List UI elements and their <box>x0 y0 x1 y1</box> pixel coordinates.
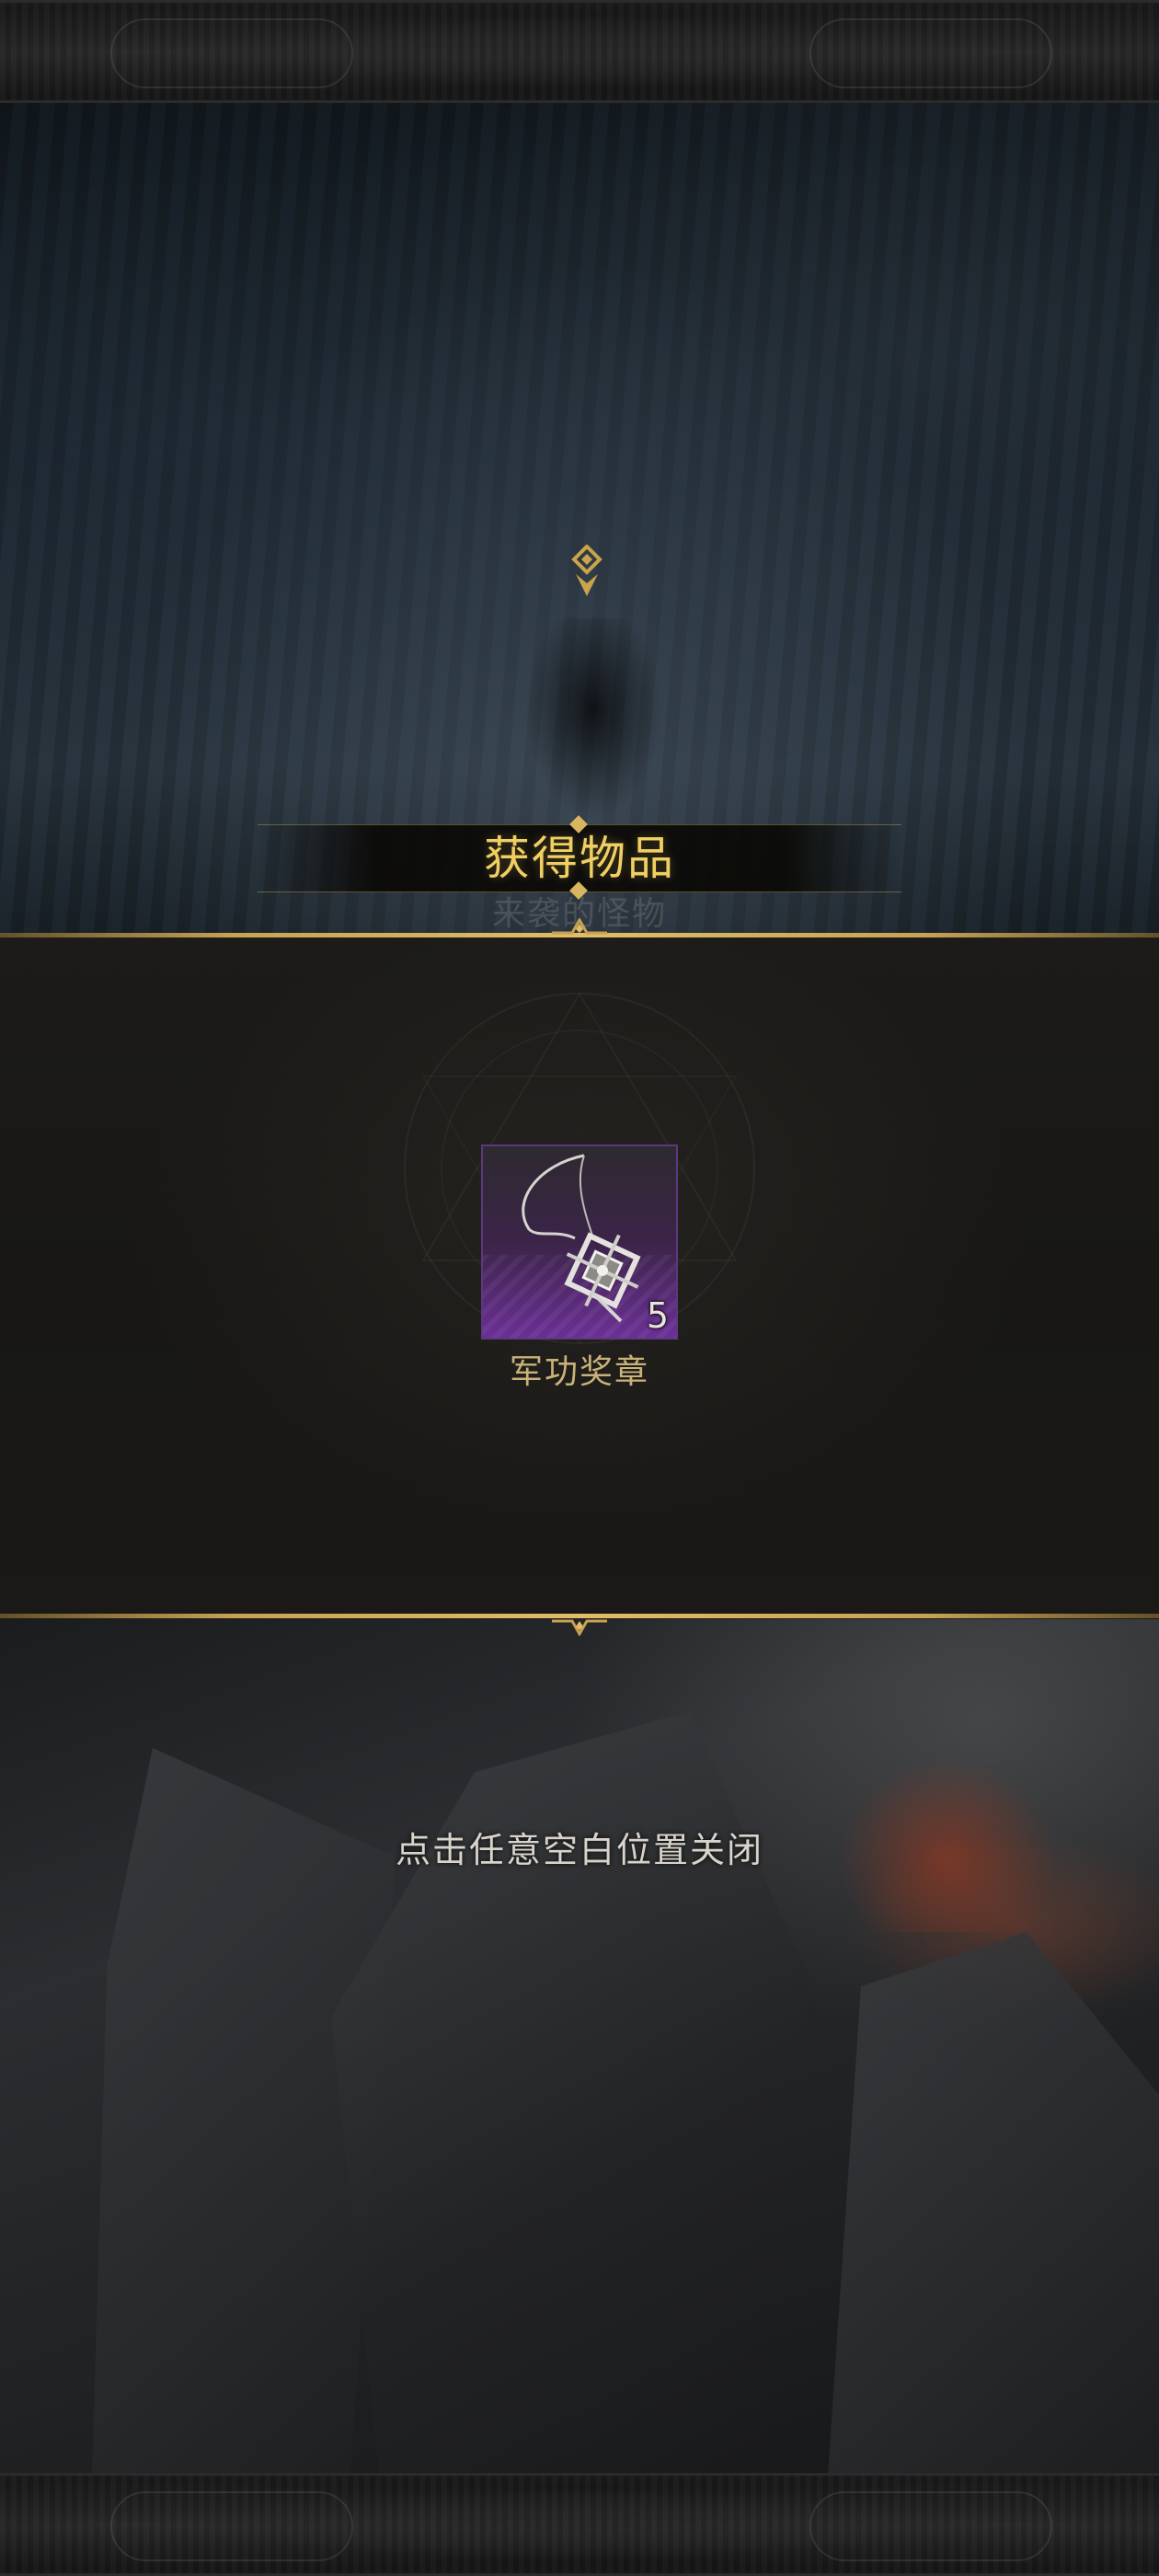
title-banner: 获得物品 <box>258 815 901 900</box>
game-screen[interactable]: 来袭的怪物 获得物品 5 军功奖章 点击任意空白位置关闭 <box>0 0 1159 2576</box>
close-hint-text: 点击任意空白位置关闭 <box>395 1830 763 1870</box>
map-marker-icon <box>571 545 602 596</box>
item-count: 5 <box>646 1295 669 1336</box>
border-ornament <box>110 18 353 88</box>
panel-bottom-divider <box>0 1614 1159 1618</box>
border-ornament <box>809 18 1052 88</box>
divider-ornament-icon <box>552 1619 607 1636</box>
bottom-ornate-border <box>0 2473 1159 2576</box>
border-ornament <box>110 2491 353 2561</box>
reward-item-slot[interactable]: 5 <box>481 1144 678 1340</box>
background-scene-forest[interactable]: 来袭的怪物 <box>0 103 1159 935</box>
divider-ornament-icon <box>552 918 607 935</box>
top-ornate-border <box>0 0 1159 103</box>
item-name: 军功奖章 <box>509 1353 649 1391</box>
border-ornament <box>809 2491 1052 2561</box>
monster-silhouette <box>524 618 662 821</box>
